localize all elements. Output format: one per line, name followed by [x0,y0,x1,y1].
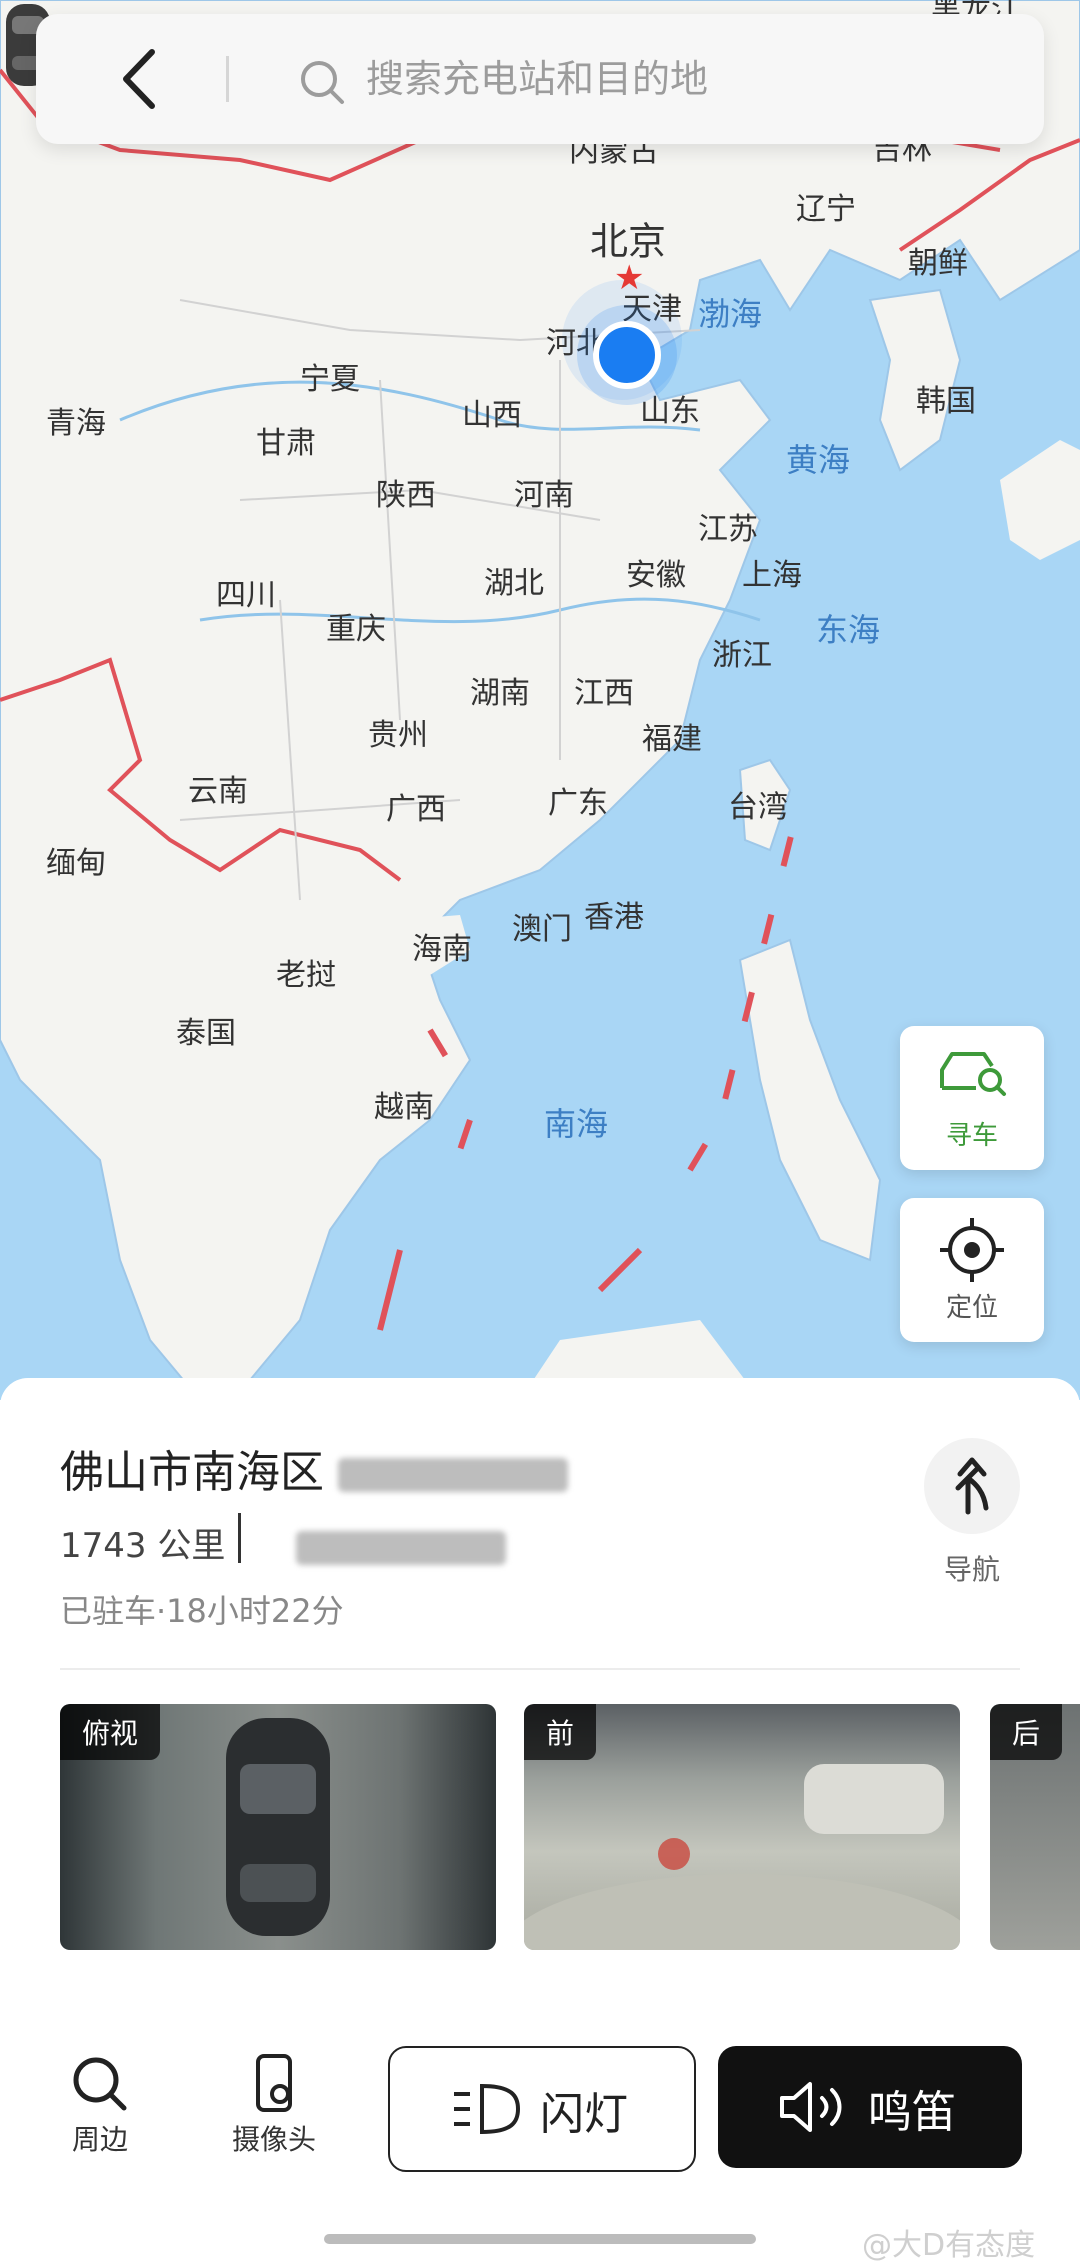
map-label-country: 缅甸 [46,846,106,881]
map-label-sea: 南海 [543,1105,609,1143]
find-car-button[interactable]: 寻车 [900,1026,1044,1170]
sheet-divider [60,1668,1020,1670]
horn-label: 鸣笛 [868,2087,956,2138]
map-label-province: 山西 [462,398,522,433]
map-label-province: 青海 [46,406,106,441]
phone-camera-icon [256,2054,292,2112]
map-label-province: 重庆 [326,612,386,647]
camera-tag: 后 [990,1704,1063,1760]
map-label-province: 浙江 [712,638,772,673]
capital-star-icon: ★ [614,258,645,298]
chevron-left-icon[interactable] [96,36,182,122]
parking-address: 佛山市南海区 [60,1436,568,1500]
search-divider [226,56,229,102]
map-canvas [0,0,1080,1400]
map-label-province: 宁夏 [300,362,360,397]
car-search-icon [940,1052,1006,1096]
map-label-province: 上海 [742,558,802,593]
map-label-province: 四川 [216,578,276,613]
flash-lights-button[interactable]: 闪灯 [388,2046,696,2172]
crosshair-icon [940,1218,1004,1282]
watermark: @大D有态度 [862,2228,1036,2263]
map-label-province: 江苏 [698,512,758,547]
locate-label: 定位 [945,1293,998,1323]
flash-label: 闪灯 [540,2089,628,2140]
current-location-marker [593,321,661,389]
map-label-province: 河南 [514,478,574,513]
camera-button[interactable]: 摄像头 [224,2054,324,2158]
search-bar: 搜索充电站和目的地 [36,14,1044,144]
vehicle-info-sheet: 佛山市南海区 1743 公里 已驻车·18小时22分 导航 俯视 前 后 周边 … [0,1378,1080,2268]
map-label-country: 老挝 [276,958,336,993]
turn-arrow-icon [955,1457,989,1515]
speaker-icon [780,2082,842,2132]
distance-text: 1743 公里 [60,1526,226,1566]
map-label-province: 山东 [640,394,700,429]
home-indicator[interactable] [324,2234,756,2244]
map-label-country: 泰国 [176,1016,236,1051]
address-redacted [338,1458,568,1492]
map-label-province: 云南 [188,774,248,809]
map-view[interactable]: 北京 天津 河北 山西 山东 宁夏 甘肃 青海 陕西 河南 江苏 安徽 上海 湖… [0,0,1080,1400]
map-label-province: 江西 [574,676,634,711]
camera-thumbnail-top[interactable]: 俯视 [60,1704,496,1950]
find-car-label: 寻车 [945,1121,998,1151]
search-icon [301,61,344,104]
search-input[interactable]: 搜索充电站和目的地 [366,48,708,110]
distance-redacted [296,1530,507,1565]
map-label-province: 台湾 [728,790,788,825]
camera-tag: 俯视 [60,1704,161,1760]
map-label-sea: 渤海 [697,295,763,333]
map-label-country: 韩国 [916,384,976,419]
map-label-province: 安徽 [626,558,686,593]
distance-divider [238,1513,241,1563]
map-label-province: 辽宁 [796,192,856,227]
map-label-province: 甘肃 [256,426,316,461]
distance-row: 1743 公里 [60,1518,507,1567]
map-label-country: 朝鲜 [908,246,968,281]
map-label-province: 广东 [548,786,608,821]
locate-button[interactable]: 定位 [900,1198,1044,1342]
address-text: 佛山市南海区 [60,1447,324,1498]
map-label-province: 贵州 [368,718,428,753]
map-label-province: 福建 [642,722,702,757]
navigate-button[interactable] [924,1438,1020,1534]
map-label-province: 海南 [412,932,472,967]
map-label-country: 越南 [374,1090,434,1125]
horn-button[interactable]: 鸣笛 [718,2046,1022,2168]
parked-status: 已驻车·18小时22分 [60,1592,344,1630]
camera-label: 摄像头 [231,2123,316,2156]
nearby-label: 周边 [71,2123,128,2156]
map-label-sea: 东海 [815,611,881,649]
map-label-province: 湖北 [484,566,544,601]
map-label-province: 陕西 [376,478,436,513]
navigate-label: 导航 [943,1553,1000,1586]
map-label-province: 澳门 [512,912,572,947]
camera-tag: 前 [524,1704,597,1760]
map-label-sea: 黄海 [785,441,851,479]
nearby-button[interactable]: 周边 [56,2054,144,2158]
map-label-province: 湖南 [470,676,530,711]
headlight-icon [454,2083,521,2135]
map-label-province: 香港 [584,900,644,935]
search-icon [73,2057,127,2111]
camera-thumbnail-rear[interactable]: 后 [990,1704,1080,1950]
camera-thumbnail-front[interactable]: 前 [524,1704,960,1950]
map-label-province: 广西 [386,792,446,827]
